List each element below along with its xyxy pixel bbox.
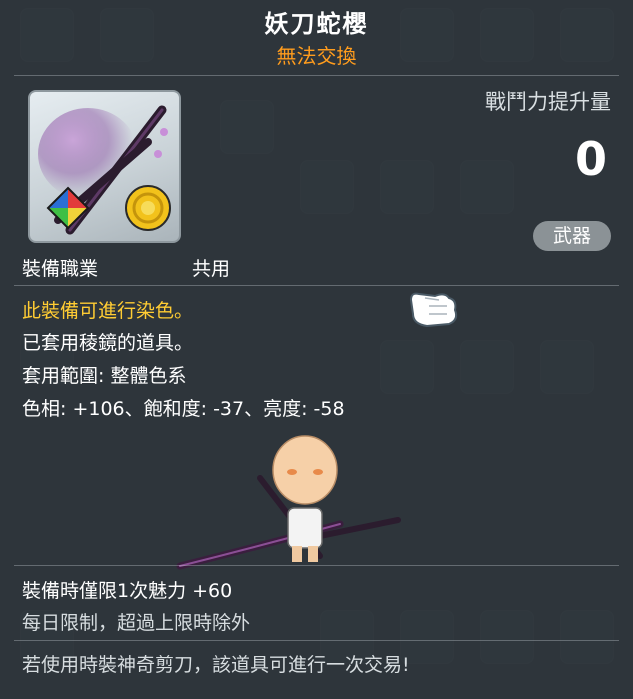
dye-values-text: 色相: +106、飽和度: -37、亮度: -58 — [22, 398, 345, 420]
item-icon-frame — [28, 90, 181, 243]
trade-status: 無法交換 — [276, 44, 357, 68]
footer-divider — [14, 565, 619, 566]
combat-power-label: 戰鬥力提升量 — [485, 90, 611, 114]
item-name: 妖刀蛇櫻 — [264, 10, 369, 38]
job-label: 裝備職業 — [22, 258, 99, 280]
prism-applied-text: 已套用稜鏡的道具。 — [22, 332, 194, 354]
item-type-badge: 武器 — [533, 221, 611, 251]
glove-cursor-icon — [405, 286, 461, 336]
daily-limit-text: 每日限制，超過上限時除外 — [22, 612, 251, 634]
scissors-note-text: 若使用時裝神奇剪刀，該道具可進行一次交易! — [22, 654, 410, 676]
item-tooltip: 妖刀蛇櫻 無法交換 戰鬥力提升量 0 武器 裝備職業 共用 此裝備可進行染色。 … — [0, 0, 633, 699]
footer-divider-2 — [14, 640, 619, 641]
dye-available-text: 此裝備可進行染色。 — [22, 300, 194, 322]
katana-weapon-icon — [38, 105, 171, 235]
dye-range-text: 套用範圍: 整體色系 — [22, 365, 187, 387]
header-divider — [14, 75, 619, 76]
character-preview-image — [176, 435, 401, 570]
character-avatar — [170, 428, 410, 582]
job-value: 共用 — [192, 258, 231, 280]
combat-power-value: 0 — [574, 132, 607, 186]
job-divider — [14, 285, 619, 286]
charm-bonus-text: 裝備時僅限1次魅力 +60 — [22, 580, 233, 602]
